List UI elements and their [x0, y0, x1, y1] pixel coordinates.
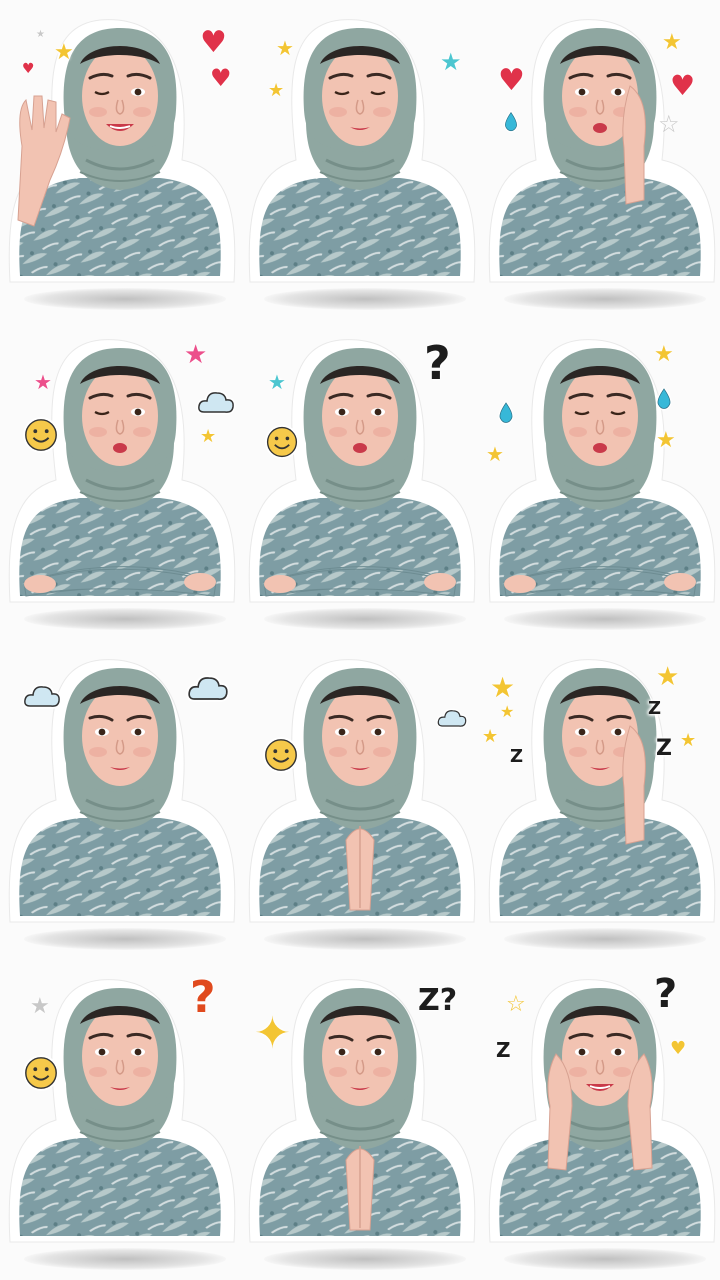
star-icon: ★ [662, 30, 682, 55]
sticker-portrait [248, 659, 476, 923]
sleepy-question-icon: Z? [418, 983, 458, 1018]
sticker-10[interactable]: ★? [0, 960, 240, 1280]
cloud-icon [196, 382, 236, 422]
star-icon: ★ [54, 40, 74, 65]
star-icon: ☆ [506, 992, 526, 1017]
star-icon: ★ [500, 702, 515, 721]
sticker-portrait [488, 19, 716, 283]
sticker-3[interactable]: ♥ ★ ♥ ☆ [480, 0, 720, 320]
sleep-z-icon: Z [496, 1038, 511, 1062]
sticker-portrait [488, 339, 716, 603]
droplet-icon [492, 398, 520, 426]
star-icon: ★ [680, 730, 697, 751]
star-icon: ★ [654, 342, 674, 367]
heart-icon: ♥ [200, 25, 227, 60]
star-icon: ★ [34, 370, 52, 394]
sticker-12[interactable]: ☆ Z? ♥ [480, 960, 720, 1280]
star-icon: ★ [30, 994, 50, 1019]
cloud-icon [186, 666, 230, 710]
sticker-sheet: ♥ ★ ♥ ♥ ★ ★ ★ ★ ♥ ★ ♥ ☆ ★ ★ ★ ★? ★ ★ ★ ★ ★ ★ Z Z Z ★ ★ ★? ✦ Z? ☆ Z? ♥ [0, 0, 720, 1280]
smiley-icon [262, 736, 300, 774]
heart-icon: ♥ [498, 63, 525, 98]
star-icon: ★ [656, 428, 676, 453]
heart-icon: ♥ [210, 64, 232, 92]
sticker-5[interactable]: ★? [240, 320, 480, 640]
star-icon: ★ [276, 36, 294, 60]
heart-icon: ♥ [22, 61, 35, 77]
sleep-z-icon: Z [656, 736, 672, 761]
sleep-z-icon: Z [648, 698, 662, 719]
sparkle-icon: ✦ [254, 1008, 291, 1059]
heart-icon: ♥ [670, 1038, 687, 1059]
star-icon: ☆ [658, 110, 680, 138]
star-icon: ★ [268, 80, 285, 101]
sticker-7[interactable] [0, 640, 240, 960]
sticker-6[interactable]: ★ ★ ★ [480, 320, 720, 640]
star-icon: ★ [440, 48, 462, 76]
heart-icon: ♥ [670, 69, 696, 102]
star-icon: ★ [486, 442, 504, 466]
question-mark-icon: ? [654, 971, 678, 1017]
sticker-8[interactable] [240, 640, 480, 960]
star-icon: ★ [490, 671, 516, 704]
star-icon: ★ [184, 340, 208, 370]
sticker-11[interactable]: ✦ Z? [240, 960, 480, 1280]
sticker-4[interactable]: ★ ★ ★ [0, 320, 240, 640]
droplet-icon [650, 384, 678, 412]
star-icon: ★ [36, 29, 45, 40]
question-mark-icon: ? [190, 972, 216, 1023]
sticker-portrait [488, 659, 716, 923]
star-icon: ★ [200, 426, 217, 447]
smiley-icon [22, 416, 60, 454]
sleep-z-icon: Z [510, 746, 524, 767]
droplet-icon [498, 108, 524, 134]
star-icon: ★ [268, 370, 286, 394]
smiley-icon [22, 1054, 60, 1092]
sticker-1[interactable]: ♥ ★ ♥ ♥ ★ [0, 0, 240, 320]
star-icon: ★ [482, 726, 499, 747]
star-icon: ★ [656, 662, 680, 692]
question-mark-icon: ? [424, 336, 451, 390]
cloud-icon [22, 676, 62, 716]
smiley-icon [264, 424, 300, 460]
sticker-9[interactable]: ★ ★ ★ Z Z Z ★ ★ [480, 640, 720, 960]
sticker-2[interactable]: ★ ★ ★ [240, 0, 480, 320]
cloud-icon [436, 702, 468, 734]
